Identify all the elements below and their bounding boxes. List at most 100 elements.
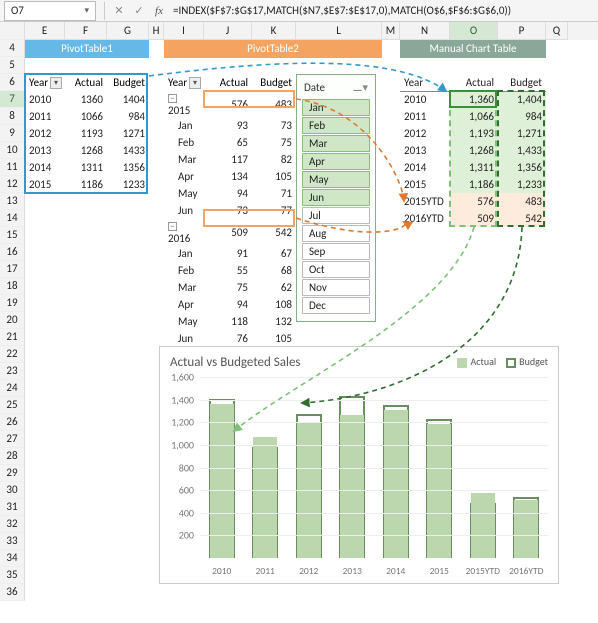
row-header-20[interactable]: 20 bbox=[0, 312, 25, 329]
formula-accept-icon[interactable]: ✓ bbox=[129, 4, 149, 17]
name-box-dropdown-icon[interactable]: ▾ bbox=[84, 5, 89, 16]
formula-cancel-icon[interactable]: ✕ bbox=[109, 4, 129, 17]
formula-text[interactable]: =INDEX($F$7:$G$17,MATCH($N7,$E$7:$E$17,0… bbox=[169, 4, 598, 17]
ytick: 1,200 bbox=[171, 416, 194, 429]
table-row[interactable]: Apr134105 bbox=[164, 168, 296, 185]
row-header-9[interactable]: 9 bbox=[0, 125, 25, 142]
row-header-15[interactable]: 15 bbox=[0, 227, 25, 244]
mct-header[interactable]: Budget bbox=[498, 74, 546, 91]
xlabel: 2015 bbox=[418, 565, 462, 577]
table-row[interactable]: May9471 bbox=[164, 185, 296, 202]
row-header-35[interactable]: 35 bbox=[0, 567, 25, 584]
slicer-item[interactable]: Jan bbox=[302, 99, 370, 116]
name-box[interactable]: O7 ▾ bbox=[4, 1, 96, 21]
date-slicer[interactable]: Date ⚊▾ JanFebMarAprMayJunJulAugSepOctNo… bbox=[296, 74, 376, 322]
chart[interactable]: Actual vs Budgeted Sales Actual Budget 2… bbox=[159, 346, 559, 584]
slicer-item[interactable]: Sep bbox=[302, 243, 370, 260]
table-row[interactable]: May118132 bbox=[164, 313, 296, 330]
col-header-M[interactable]: M bbox=[382, 22, 400, 40]
slicer-item[interactable]: Feb bbox=[302, 117, 370, 134]
table-row[interactable]: Mar7562 bbox=[164, 279, 296, 296]
row-header-7[interactable]: 7 bbox=[0, 91, 25, 108]
table-row[interactable]: Jan9167 bbox=[164, 245, 296, 262]
row-header-34[interactable]: 34 bbox=[0, 550, 25, 567]
col-header-G[interactable]: G bbox=[107, 22, 149, 40]
row-header-16[interactable]: 16 bbox=[0, 244, 25, 261]
table-row[interactable]: Feb6575 bbox=[164, 134, 296, 151]
pivottable1-banner: PivotTable1 bbox=[25, 40, 149, 58]
row-header-28[interactable]: 28 bbox=[0, 448, 25, 465]
row-header-32[interactable]: 32 bbox=[0, 516, 25, 533]
col-header-H[interactable]: H bbox=[149, 22, 164, 40]
row-header-6[interactable]: 6 bbox=[0, 74, 25, 91]
col-header-L[interactable]: L bbox=[296, 22, 382, 40]
xlabel: 2015YTD bbox=[461, 565, 505, 577]
slicer-item[interactable]: Oct bbox=[302, 261, 370, 278]
row-header-22[interactable]: 22 bbox=[0, 346, 25, 363]
row-header-31[interactable]: 31 bbox=[0, 499, 25, 516]
row-header-10[interactable]: 10 bbox=[0, 142, 25, 159]
table-row[interactable]: Apr94108 bbox=[164, 296, 296, 313]
table-row[interactable]: Mar11782 bbox=[164, 151, 296, 168]
row-header-5[interactable]: 5 bbox=[0, 57, 25, 74]
table-row[interactable]: Jun76105 bbox=[164, 330, 296, 347]
pt2-header[interactable]: Budget bbox=[252, 74, 296, 91]
xlabel: 2014 bbox=[374, 565, 418, 577]
slicer-item[interactable]: Jul bbox=[302, 207, 370, 224]
spreadsheet-grid: EFGHIJKLMNOPQ 45678910111213141516171819… bbox=[0, 22, 598, 605]
row-header-8[interactable]: 8 bbox=[0, 108, 25, 125]
fx-icon[interactable]: fx bbox=[149, 5, 169, 17]
table-row[interactable]: Feb5568 bbox=[164, 262, 296, 279]
ytick: 1,600 bbox=[171, 371, 194, 384]
chart-legend: Actual Budget bbox=[457, 355, 548, 368]
col-header-J[interactable]: J bbox=[204, 22, 252, 40]
pivottable2-highlight-2015 bbox=[203, 90, 295, 108]
row-header-29[interactable]: 29 bbox=[0, 465, 25, 482]
row-header-21[interactable]: 21 bbox=[0, 329, 25, 346]
col-header-N[interactable]: N bbox=[400, 22, 450, 40]
row-header-24[interactable]: 24 bbox=[0, 380, 25, 397]
col-header-I[interactable]: I bbox=[164, 22, 204, 40]
col-header-P[interactable]: P bbox=[498, 22, 546, 40]
col-header-O[interactable]: O bbox=[450, 22, 498, 40]
ytick: 600 bbox=[179, 484, 194, 497]
row-header-26[interactable]: 26 bbox=[0, 414, 25, 431]
row-header-19[interactable]: 19 bbox=[0, 295, 25, 312]
col-header-E[interactable]: E bbox=[25, 22, 65, 40]
col-header-F[interactable]: F bbox=[65, 22, 107, 40]
slicer-item[interactable]: May bbox=[302, 171, 370, 188]
col-header-K[interactable]: K bbox=[252, 22, 296, 40]
slicer-item[interactable]: Jun bbox=[302, 189, 370, 206]
select-all-corner[interactable] bbox=[0, 22, 25, 40]
row-header-25[interactable]: 25 bbox=[0, 397, 25, 414]
slicer-item[interactable]: Apr bbox=[302, 153, 370, 170]
slicer-item[interactable]: Nov bbox=[302, 279, 370, 296]
chart-plot-area bbox=[200, 377, 548, 558]
chart-xaxis: 2010201120122013201420152015YTD2016YTD bbox=[200, 565, 548, 577]
row-header-33[interactable]: 33 bbox=[0, 533, 25, 550]
slicer-item[interactable]: Dec bbox=[302, 297, 370, 314]
row-header-30[interactable]: 30 bbox=[0, 482, 25, 499]
slicer-title: Date bbox=[304, 81, 325, 94]
mct-header[interactable]: Year bbox=[400, 74, 450, 91]
pivottable2-highlight-2016 bbox=[203, 209, 295, 227]
row-header-23[interactable]: 23 bbox=[0, 363, 25, 380]
row-header-27[interactable]: 27 bbox=[0, 431, 25, 448]
slicer-filter-icon[interactable]: ⚊▾ bbox=[353, 81, 368, 94]
table-row[interactable]: Jan9373 bbox=[164, 117, 296, 134]
slicer-item[interactable]: Mar bbox=[302, 135, 370, 152]
row-header-17[interactable]: 17 bbox=[0, 261, 25, 278]
legend-actual: Actual bbox=[470, 355, 496, 368]
mct-header[interactable]: Actual bbox=[450, 74, 498, 91]
row-header-11[interactable]: 11 bbox=[0, 159, 25, 176]
row-header-13[interactable]: 13 bbox=[0, 193, 25, 210]
row-header-36[interactable]: 36 bbox=[0, 584, 25, 601]
slicer-item[interactable]: Aug bbox=[302, 225, 370, 242]
col-header-Q[interactable]: Q bbox=[546, 22, 568, 40]
row-header-18[interactable]: 18 bbox=[0, 278, 25, 295]
row-header-12[interactable]: 12 bbox=[0, 176, 25, 193]
pt2-header[interactable]: Actual bbox=[204, 74, 252, 91]
pt2-header[interactable]: Year bbox=[164, 74, 204, 91]
row-header-4[interactable]: 4 bbox=[0, 40, 25, 57]
row-header-14[interactable]: 14 bbox=[0, 210, 25, 227]
